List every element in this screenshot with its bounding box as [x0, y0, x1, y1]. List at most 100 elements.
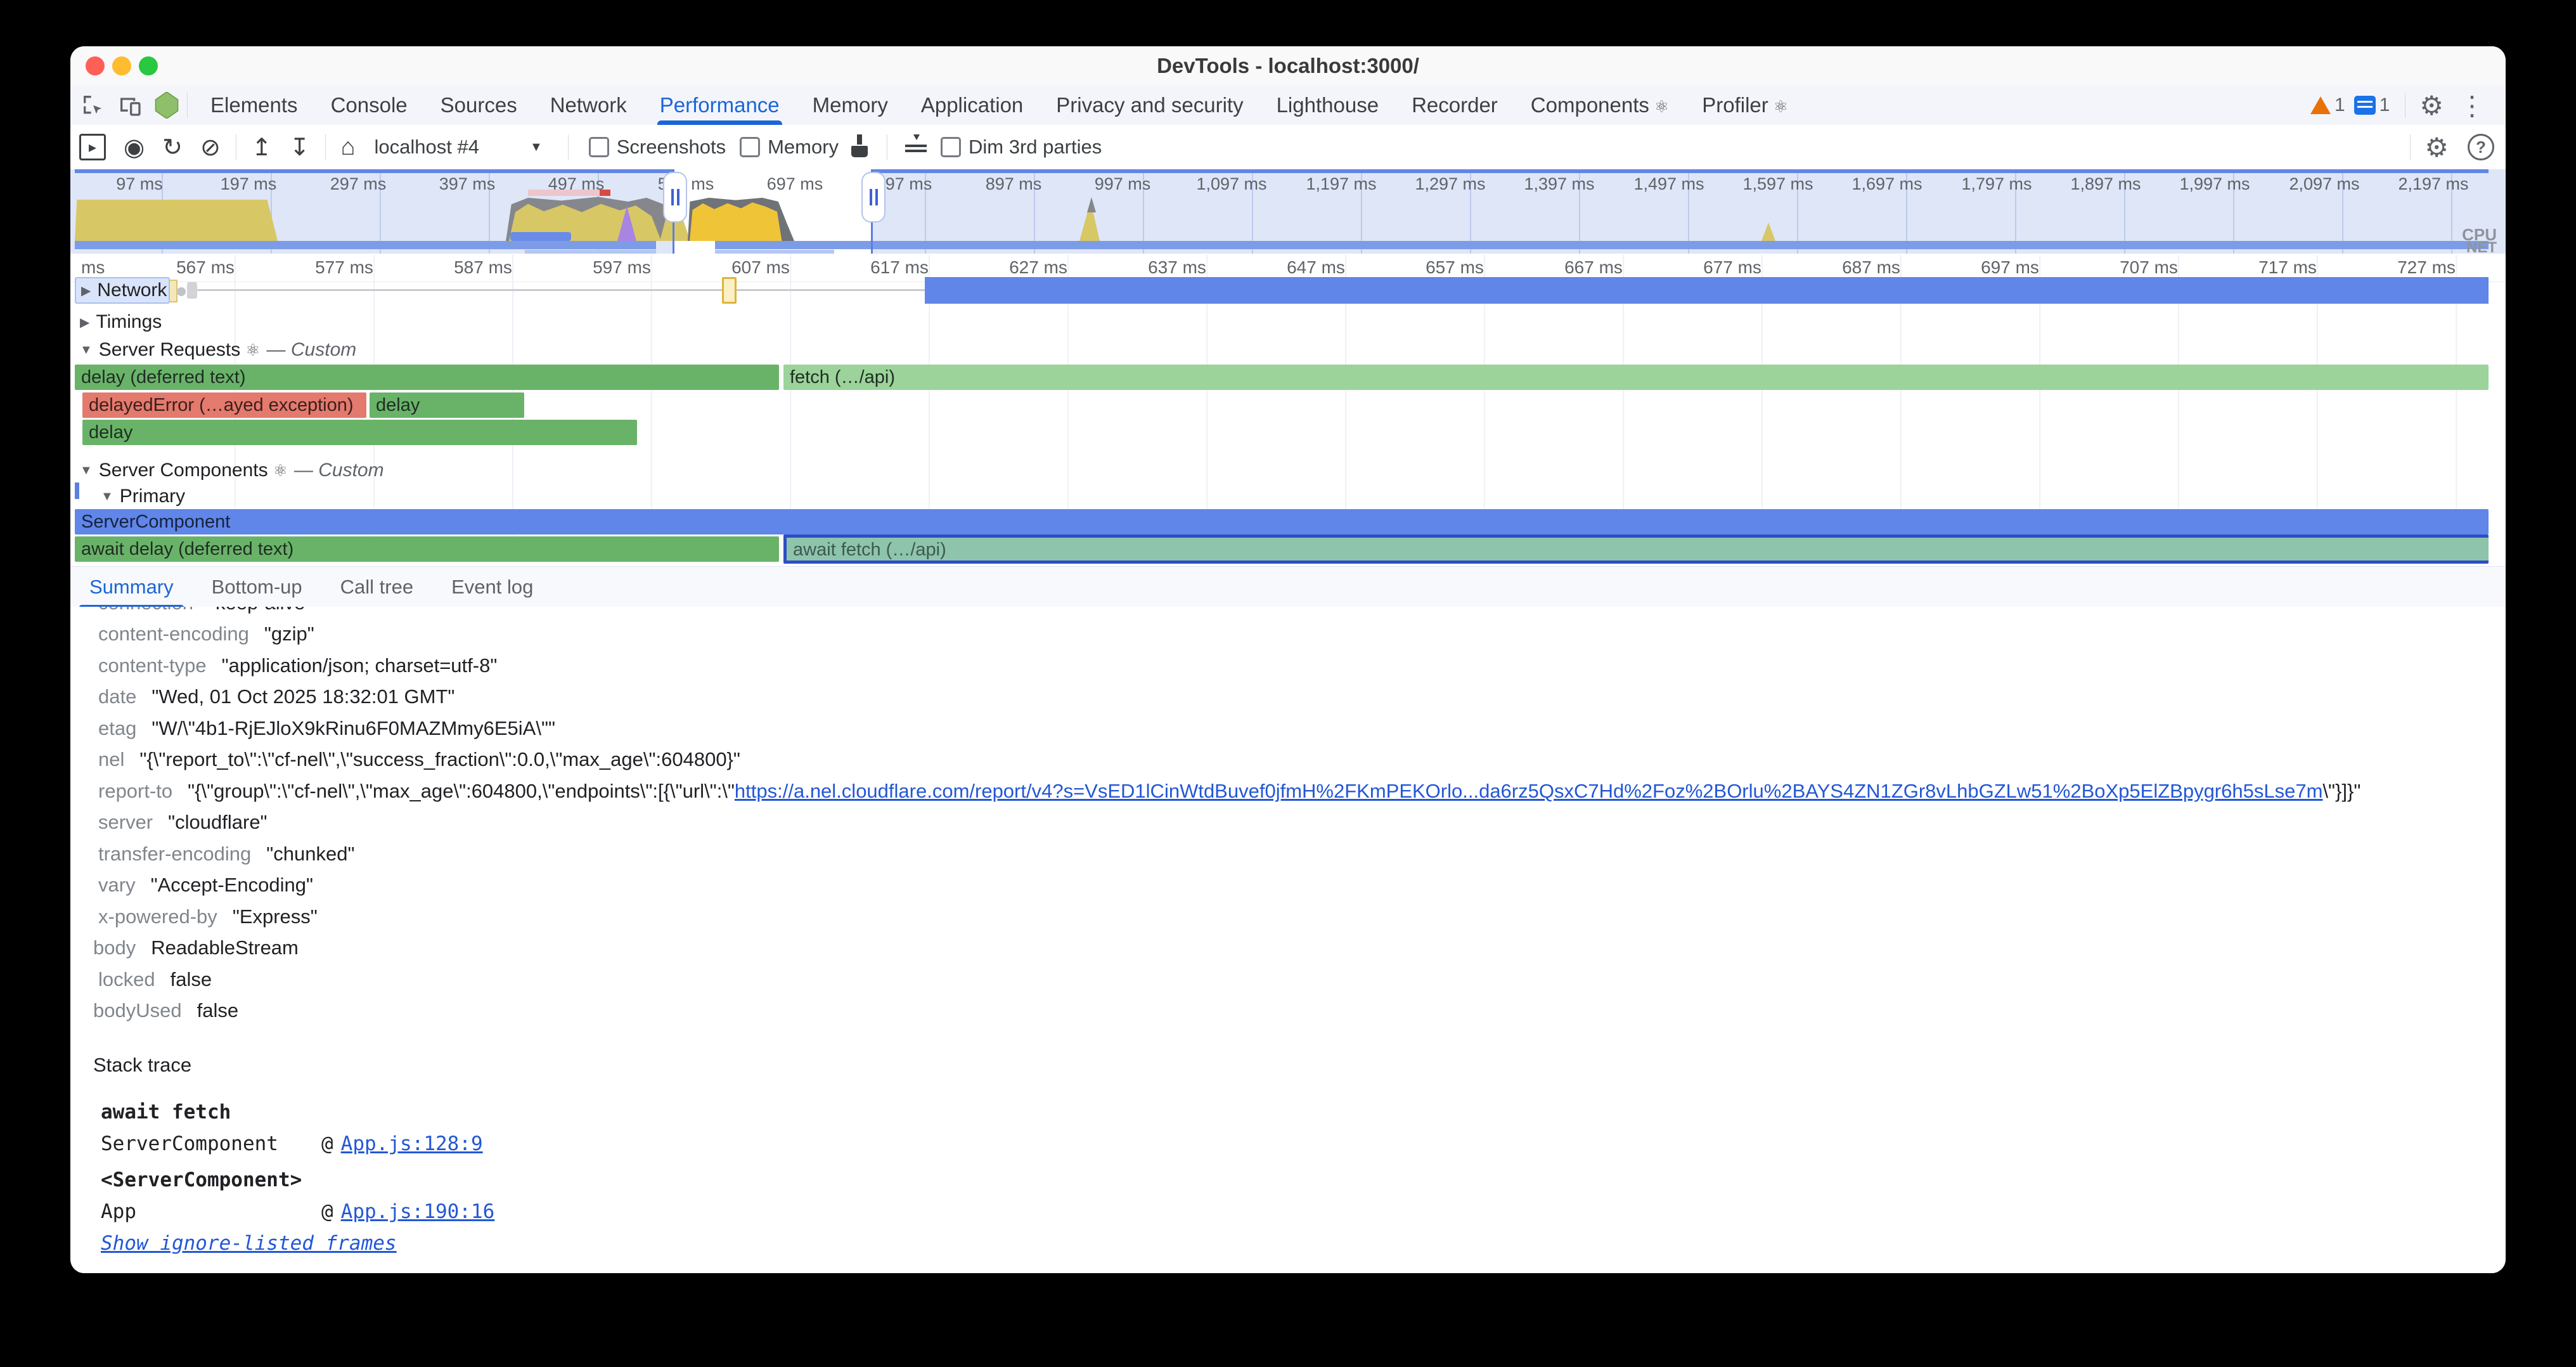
warning-icon[interactable] [2310, 96, 2331, 114]
property-row: date"Wed, 01 Oct 2025 18:32:01 GMT" [98, 683, 2487, 711]
collapsed-arrow-icon[interactable]: ▶ [80, 314, 89, 330]
network-track-header[interactable]: ▶ Network [75, 277, 170, 304]
overview-time-label: 1,797 ms [1961, 174, 2032, 194]
download-profile-icon[interactable]: ↧ [290, 133, 310, 162]
tab-elements[interactable]: Elements [194, 86, 314, 125]
expanded-arrow-icon[interactable]: ▼ [101, 489, 113, 504]
server-request-bar-delay-deferred[interactable]: delay (deferred text) [75, 365, 779, 390]
tab-event-log[interactable]: Event log [432, 567, 552, 607]
tab-privacy-security[interactable]: Privacy and security [1040, 86, 1259, 125]
selection-right-handle[interactable] [861, 172, 886, 223]
ruler-tick: 587 ms [454, 257, 512, 278]
tab-recorder[interactable]: Recorder [1395, 86, 1514, 125]
overview-top-strip [75, 169, 674, 173]
tab-memory[interactable]: Memory [796, 86, 905, 125]
server-component-bar[interactable]: ServerComponent [75, 509, 2489, 534]
ruler-tick: 637 ms [1148, 257, 1206, 278]
net-activity-bar [715, 241, 2489, 249]
overview-time-label: 1,197 ms [1306, 174, 1376, 194]
primary-group-header[interactable]: ▼ Primary [101, 485, 185, 508]
overview-top-strip [872, 169, 2489, 173]
await-fetch-bar-selected[interactable]: await fetch (…/api) [783, 534, 2489, 564]
network-track-handle[interactable] [187, 282, 197, 299]
overview-time-label: 97 ms [116, 174, 163, 194]
tab-network[interactable]: Network [534, 86, 643, 125]
record-live-metrics-icon[interactable]: ▸ [79, 134, 106, 160]
network-track[interactable]: ▶ Network [70, 276, 2506, 305]
upload-profile-icon[interactable]: ↥ [252, 133, 272, 162]
stack-frame-async: await fetch [101, 1098, 231, 1126]
custom-track-suffix: — Custom [267, 339, 357, 361]
history-select[interactable]: localhost #4 [375, 136, 479, 159]
server-request-bar-delay[interactable]: delay [82, 420, 637, 445]
memory-checkbox[interactable] [740, 137, 760, 157]
ruler-tick: 627 ms [1009, 257, 1067, 278]
overview-time-label: 397 ms [439, 174, 496, 194]
overview-time-label: 1,397 ms [1524, 174, 1594, 194]
devtools-window: DevTools - localhost:3000/ Elements Cons… [70, 46, 2506, 1273]
stack-frame-component: <ServerComponent> [101, 1166, 302, 1194]
server-request-bar-delayed-error[interactable]: delayedError (…ayed exception) [82, 392, 366, 418]
property-row-report-to: report-to"{\"group\":\"cf-nel\",\"max_ag… [98, 777, 2487, 805]
tab-performance[interactable]: Performance [643, 86, 796, 125]
shortcuts-dialog-icon[interactable] [905, 133, 927, 161]
panel-settings-gear-icon[interactable]: ⚙ [2425, 132, 2449, 163]
source-link[interactable]: App.js:190:16 [341, 1198, 495, 1226]
inspect-element-icon[interactable] [79, 91, 107, 119]
react-icon: ⚛ [1654, 97, 1669, 116]
timeline-overview[interactable]: 97 ms 197 ms 297 ms 397 ms 497 ms 597 ms… [70, 169, 2506, 254]
tab-components[interactable]: Components⚛ [1514, 86, 1685, 125]
selection-left-handle[interactable] [663, 172, 687, 223]
property-row: lockedfalse [98, 966, 2487, 994]
device-toolbar-icon[interactable] [116, 91, 144, 119]
tab-lighthouse[interactable]: Lighthouse [1260, 86, 1395, 125]
ruler-unit: ms [81, 257, 105, 278]
ruler-tick: 577 ms [315, 257, 373, 278]
server-components-track-header[interactable]: ▼ Server Components ⚛ — Custom [80, 458, 384, 483]
tab-summary[interactable]: Summary [70, 567, 193, 607]
property-row: content-type"application/json; charset=u… [98, 652, 2487, 680]
tab-console[interactable]: Console [314, 86, 424, 125]
tab-bottom-up[interactable]: Bottom-up [193, 567, 321, 607]
server-requests-track-header[interactable]: ▼ Server Requests ⚛ — Custom [80, 338, 356, 362]
await-delay-bar[interactable]: await delay (deferred text) [75, 536, 779, 562]
property-row: vary"Accept-Encoding" [98, 871, 2487, 899]
home-icon[interactable]: ⌂ [341, 134, 356, 161]
timings-track[interactable]: ▶ Timings [80, 309, 162, 335]
tab-profiler[interactable]: Profiler⚛ [1685, 86, 1805, 125]
divider [2410, 134, 2411, 160]
expanded-arrow-icon[interactable]: ▼ [80, 463, 93, 478]
collect-garbage-icon[interactable] [850, 134, 869, 160]
issues-icon[interactable] [2354, 96, 2376, 115]
tab-sources[interactable]: Sources [424, 86, 534, 125]
network-request-bar[interactable] [925, 277, 2489, 304]
record-icon[interactable]: ◉ [124, 133, 145, 162]
show-ignore-listed-frames-link[interactable]: Show ignore-listed frames [101, 1229, 397, 1257]
extension-icon[interactable] [153, 91, 181, 119]
server-request-bar-delay[interactable]: delay [370, 392, 524, 418]
settings-gear-icon[interactable]: ⚙ [2419, 90, 2444, 121]
network-request-bar[interactable] [722, 277, 737, 304]
summary-pane[interactable]: connection"keep-alive" content-encoding"… [70, 607, 2506, 1273]
expanded-arrow-icon[interactable]: ▼ [80, 343, 93, 358]
report-to-link[interactable]: https://a.nel.cloudflare.com/report/v4?s… [735, 780, 2322, 802]
ruler-tick: 677 ms [1703, 257, 1761, 278]
ruler-tick: 667 ms [1564, 257, 1623, 278]
kebab-menu-icon[interactable]: ⋮ [2459, 90, 2485, 121]
collapsed-arrow-icon[interactable]: ▶ [81, 283, 91, 299]
help-icon[interactable]: ? [2468, 134, 2494, 160]
warning-count: 1 [2334, 94, 2345, 116]
ruler-tick: 727 ms [2397, 257, 2456, 278]
property-row: x-powered-by"Express" [98, 903, 2487, 931]
screenshots-checkbox[interactable] [589, 137, 609, 157]
divider [325, 134, 326, 160]
tab-application[interactable]: Application [905, 86, 1040, 125]
dim-3rd-parties-checkbox[interactable] [941, 137, 961, 157]
tab-call-tree[interactable]: Call tree [321, 567, 432, 607]
net-activity-bar [75, 241, 656, 249]
server-request-bar-fetch-api[interactable]: fetch (…/api) [783, 365, 2489, 390]
clear-icon[interactable]: ⊘ [200, 133, 221, 162]
record-and-reload-icon[interactable]: ↻ [162, 133, 183, 162]
ruler-tick: 567 ms [176, 257, 235, 278]
source-link[interactable]: App.js:128:9 [341, 1130, 483, 1158]
